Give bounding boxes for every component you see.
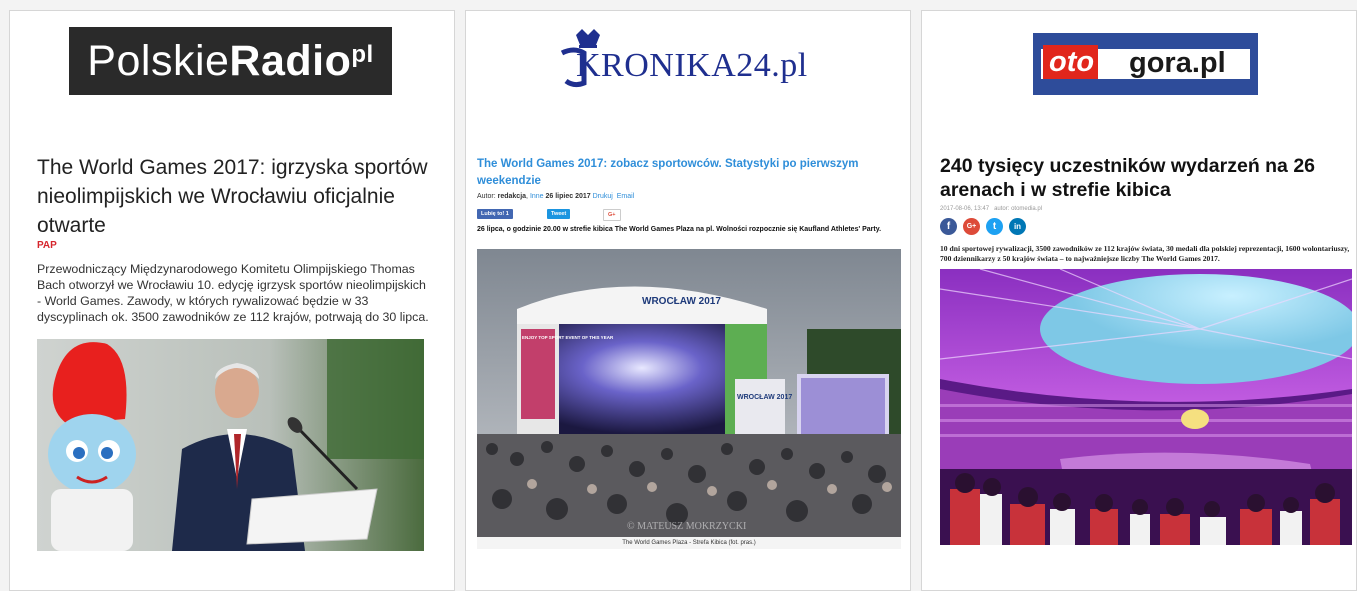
logo-bold: Radio	[229, 36, 352, 85]
side-banner-text: WROCŁAW 2017	[737, 394, 792, 401]
article-date: 2017-08-06, 13:47	[940, 206, 990, 212]
article-photo	[940, 269, 1352, 545]
google-plus-icon[interactable]: G+	[963, 218, 980, 235]
left-banner-text: ENJOY TOP SPORT EVENT OF THIS YEAR	[522, 335, 614, 340]
photo-opening-speech	[37, 339, 424, 551]
kronika24-wordmark: KRONIKA24.pl	[576, 47, 808, 84]
article-meta: Autor: redakcja, Inne 26 lipiec 2017 Dru…	[477, 193, 634, 200]
stage-banner-text: WROCŁAW 2017	[642, 296, 721, 307]
google-plus-button[interactable]: G+	[603, 209, 621, 221]
tweet-button[interactable]: Tweet	[547, 209, 571, 219]
photo-stadium-ceremony	[940, 269, 1352, 545]
article-photo: WROCŁAW 2017 ENJOY TOP SPORT EVENT OF TH…	[477, 249, 901, 537]
facebook-icon[interactable]: f	[940, 218, 957, 235]
photo-fan-zone-stage: WROCŁAW 2017 ENJOY TOP SPORT EVENT OF TH…	[477, 249, 901, 537]
article-title[interactable]: The World Games 2017: zobacz sportowców.…	[477, 156, 897, 190]
photo-watermark: © MATEUSZ MOKRZYCKI	[627, 521, 746, 532]
article-date: 26 lipiec 2017	[543, 193, 593, 200]
article-author: autor: otomedia.pl	[994, 206, 1043, 212]
article-lead: Przewodniczący Międzynarodowego Komitetu…	[37, 262, 429, 324]
logo-suffix: pl	[351, 41, 374, 68]
article-title[interactable]: 240 tysięcy uczestników wydarzeń na 26 a…	[940, 154, 1350, 202]
logo-oto: oto	[1043, 45, 1099, 79]
article-card-polskieradio: Polskie Radio pl The World Games 2017: igr…	[9, 10, 455, 591]
social-share-buttons: f G+ t in	[940, 218, 1060, 235]
article-source: PAP	[37, 240, 57, 251]
article-title[interactable]: The World Games 2017: igrzyska sportów n…	[37, 153, 432, 240]
photo-caption: The World Games Plaza - Strefa Kibica (f…	[477, 537, 901, 549]
linkedin-icon[interactable]: in	[1009, 218, 1026, 235]
polskieradio-logo[interactable]: Polskie Radio pl	[69, 27, 392, 95]
article-card-kronika24: KRONIKA24.pl The World Games 2017: zobac…	[465, 10, 911, 591]
author-label: Autor:	[477, 193, 498, 200]
article-lead: 10 dni sportowej rywalizacji, 3500 zawod…	[940, 244, 1350, 263]
twitter-icon[interactable]: t	[986, 218, 1003, 235]
otogora-logo[interactable]: oto gora.pl	[1033, 33, 1258, 95]
email-link[interactable]: Email	[617, 193, 635, 200]
article-lead: 26 lipca, o godzinie 20.00 w strefie kib…	[477, 226, 882, 233]
category-link[interactable]: Inne	[530, 193, 544, 200]
social-buttons: Lubię to! 1 Tweet G+	[477, 209, 897, 221]
print-link[interactable]: Drukuj	[593, 193, 613, 200]
logo-prefix: Polskie	[87, 36, 230, 85]
kronika24-logo[interactable]: KRONIKA24.pl	[554, 27, 829, 91]
article-photo	[37, 339, 424, 551]
article-card-otogora: oto gora.pl 240 tysięcy uczestników wyda…	[921, 10, 1357, 591]
article-meta: 2017-08-06, 13:47 autor: otomedia.pl	[940, 206, 1042, 212]
author-name: redakcja	[497, 193, 527, 200]
logo-gora: gora.pl	[1129, 47, 1226, 79]
facebook-like-button[interactable]: Lubię to! 1	[477, 209, 513, 219]
